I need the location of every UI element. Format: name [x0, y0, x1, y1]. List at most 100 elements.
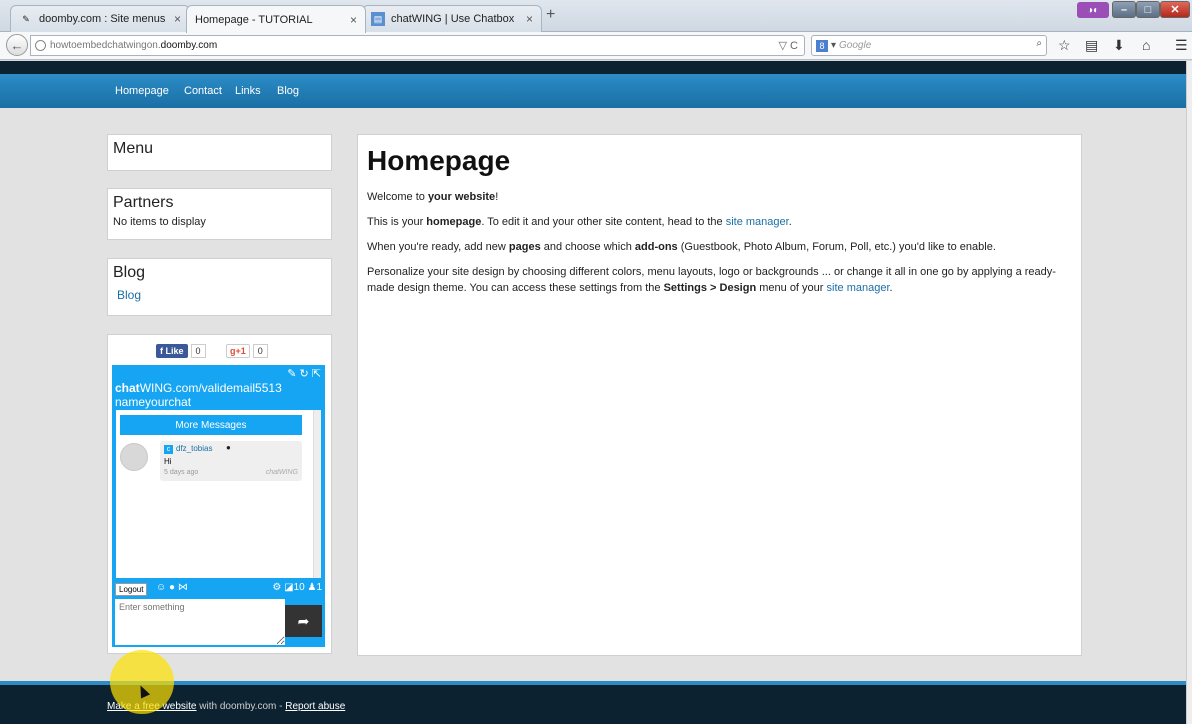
bookmarks-list-icon[interactable]: ▤ [1085, 37, 1098, 54]
text: and choose which [540, 241, 635, 253]
browser-tab-bar: ✎ doomby.com : Site menus × Homepage - T… [0, 0, 1192, 33]
page-title: Homepage [367, 145, 511, 176]
url-bar[interactable]: howtoembedchatwingon. doomby.com ▽ C [30, 35, 805, 56]
blog-link[interactable]: Blog [108, 282, 331, 308]
google-plus[interactable]: g+1 0 [226, 344, 268, 358]
text-bold: add-ons [634, 241, 678, 253]
chat-bubble-icon: ● [226, 443, 231, 452]
message-text: Hi [164, 457, 172, 466]
message-username[interactable]: dfz_tobias [164, 444, 212, 454]
site-manager-link[interactable]: site manager [726, 216, 789, 228]
emoticon-icon[interactable]: ☺ [156, 582, 166, 593]
message-time: 5 days ago [164, 469, 199, 476]
homepage-paragraph: This is your homepage. To edit it and yo… [367, 214, 1072, 230]
blog-widget-title: Blog [113, 264, 146, 281]
avatar [120, 443, 148, 471]
chatwing-chatbox: ✎ ↻ ⇱ chatWING.com/validemail5513 nameyo… [112, 365, 325, 647]
facebook-like-label: Like [165, 346, 184, 356]
menu-hamburger-icon[interactable]: ☰ [1175, 37, 1188, 54]
facebook-like[interactable]: f Like 0 [156, 344, 206, 358]
new-tab-button[interactable]: + [546, 6, 555, 24]
chat-title-line2: nameyourchat [115, 395, 192, 409]
text: ! [495, 191, 499, 203]
chat-icon[interactable]: ● [169, 582, 175, 593]
globe-icon [35, 40, 46, 51]
tab-close-icon[interactable]: × [350, 13, 357, 27]
candy-icon[interactable]: ⋈ [178, 582, 188, 593]
top-strip [0, 61, 1186, 74]
design-paragraph: Personalize your site design by choosing… [367, 264, 1072, 296]
minimize-button[interactable]: – [1112, 1, 1136, 18]
plus-count: 0 [252, 344, 268, 358]
tab-site-menus[interactable]: ✎ doomby.com : Site menus × [10, 5, 190, 32]
back-arrow-icon: ← [10, 37, 24, 53]
chat-message-input[interactable] [115, 599, 285, 645]
search-engine-dropdown-icon[interactable]: ▾ [831, 40, 836, 51]
logout-button[interactable]: Logout [115, 583, 148, 596]
text: menu of your [756, 282, 827, 294]
url-prefix: howtoembedchatwingon. [50, 40, 161, 51]
chat-title-rest: WING.com/validemail5513 [139, 381, 282, 395]
tab-chatwing[interactable]: ▤ chatWING | Use Chatbox × [362, 5, 542, 32]
tab-title: doomby.com : Site menus [39, 13, 166, 25]
chat-tools: ✎ ↻ ⇱ [287, 367, 321, 380]
home-icon[interactable]: ⌂ [1142, 37, 1150, 53]
tab-homepage-tutorial[interactable]: Homepage - TUTORIAL × [186, 5, 366, 33]
partners-empty-text: No items to display [113, 216, 206, 228]
close-window-button[interactable]: ✕ [1160, 1, 1190, 18]
download-icon[interactable]: ⬇ [1113, 37, 1125, 54]
text: When you're ready, add new [367, 241, 509, 253]
bookmark-star-icon[interactable]: ☆ [1058, 37, 1071, 54]
search-placeholder: Google [839, 40, 872, 51]
reload-icon[interactable]: ▽ C [779, 39, 798, 52]
tab-title: Homepage - TUTORIAL [195, 13, 313, 26]
chat-title: chatWING.com/validemail5513 nameyourchat [115, 381, 282, 409]
text: This is your [367, 216, 427, 228]
blog-widget: Blog Blog [107, 258, 332, 316]
text: Welcome to [367, 191, 428, 203]
tab-close-icon[interactable]: × [526, 12, 533, 26]
url-host: doomby.com [160, 40, 218, 51]
chat-toolbar: Logout ☺ ● ⋈ ⚙ ◪10 ♟1 [112, 581, 325, 597]
chat-messages[interactable]: More Messages dfz_tobias ● Hi 5 days ago… [116, 410, 321, 578]
send-button[interactable]: ➦ [285, 605, 322, 637]
wrench-icon[interactable]: ✎ [287, 368, 296, 380]
menu-homepage[interactable]: Homepage [115, 85, 169, 97]
facebook-like-button[interactable]: f Like [156, 344, 188, 358]
tab-close-icon[interactable]: × [174, 12, 181, 26]
back-button[interactable]: ← [6, 34, 28, 56]
google-plus-button[interactable]: g+1 [226, 344, 250, 358]
addons-paragraph: When you're ready, add new pages and cho… [367, 239, 1072, 255]
chat-message: dfz_tobias ● Hi 5 days ago chatWING [160, 441, 302, 481]
user-count: 1 [316, 582, 322, 593]
send-arrow-icon: ➦ [297, 612, 310, 629]
chat-icons-left: ☺ ● ⋈ [156, 582, 188, 593]
page-scrollbar[interactable] [1186, 61, 1192, 724]
rss-icon[interactable]: ◪ [284, 582, 293, 593]
gear-icon[interactable]: ⚙ [272, 582, 281, 593]
private-mask-icon[interactable]: ◑◐ [1077, 2, 1109, 18]
search-icon[interactable]: ⌕ [1036, 38, 1042, 49]
google-icon[interactable]: 8 [816, 39, 828, 52]
popout-icon[interactable]: ⇱ [312, 368, 321, 380]
text-bold: your website [427, 191, 496, 203]
menu-links[interactable]: Links [235, 85, 261, 97]
menu-widget: Menu [107, 134, 332, 171]
refresh-icon[interactable]: ↻ [300, 368, 309, 380]
text: . [889, 282, 893, 294]
menu-contact[interactable]: Contact [184, 85, 222, 97]
welcome-paragraph: Welcome to your website! [367, 189, 1072, 205]
maximize-button[interactable]: □ [1136, 1, 1160, 18]
chat-icons-right: ⚙ ◪10 ♟1 [272, 582, 322, 593]
tab-title: chatWING | Use Chatbox [391, 13, 515, 25]
chatwing-icon: ▤ [371, 12, 385, 26]
cursor-highlight [110, 650, 174, 714]
report-abuse-link[interactable]: Report abuse [285, 701, 345, 712]
site-manager-link[interactable]: site manager [827, 282, 890, 294]
chat-scrollbar[interactable] [313, 410, 321, 578]
menu-blog[interactable]: Blog [277, 85, 299, 97]
more-messages-button[interactable]: More Messages [120, 415, 302, 435]
message-brand: chatWING [265, 469, 298, 476]
text-bold: pages [508, 241, 541, 253]
search-input[interactable]: 8 ▾ Google ⌕ [811, 35, 1047, 56]
